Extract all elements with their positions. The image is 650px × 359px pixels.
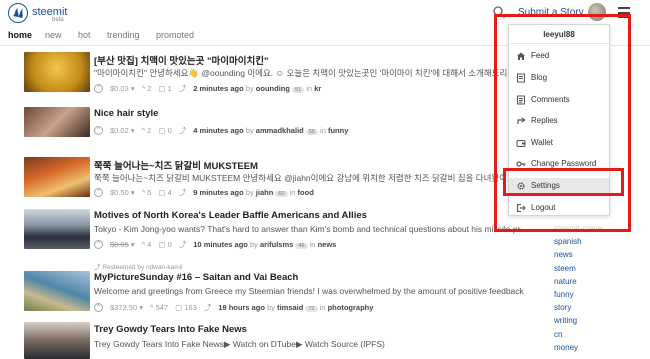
post-author[interactable]: oounding xyxy=(256,84,290,93)
post-meta: ^ $0.02 ▾ ^ 2 ▢ 0 ⤴ 4 minutes ago by amm… xyxy=(94,125,348,136)
post-comments: 4 xyxy=(167,188,172,197)
highlight-box-menu xyxy=(494,14,631,232)
post-thumbnail[interactable] xyxy=(24,107,90,137)
tab-hot[interactable]: hot xyxy=(78,30,91,40)
post-votes: 547 xyxy=(155,303,169,312)
post-payout[interactable]: $0.03 xyxy=(110,84,129,93)
sidebar-tag[interactable]: news xyxy=(554,250,644,263)
upvote-icon[interactable]: ^ xyxy=(94,84,103,93)
post-payout[interactable]: $0.02 xyxy=(110,126,129,135)
post-votes: 2 xyxy=(147,126,152,135)
post-body[interactable]: Trey Gowdy Tears Into Fake News▶ Watch o… xyxy=(94,339,524,350)
upvote-icon[interactable]: ^ xyxy=(94,126,103,135)
sidebar-tag[interactable]: funny xyxy=(554,290,644,303)
beta-label: beta xyxy=(52,17,64,23)
upvote-icon[interactable]: ^ xyxy=(94,240,103,249)
post-author[interactable]: timsaid xyxy=(277,303,303,312)
resteem-label: ⤴ Resteemed by ridwan-kamil xyxy=(94,264,183,271)
post-title[interactable]: MyPictureSunday #16 – Saitan and Vai Bea… xyxy=(94,272,298,283)
post-title[interactable]: Nice hair style xyxy=(94,108,158,119)
author-reputation: 51 xyxy=(292,87,305,93)
resteem-icon[interactable]: ⤴ xyxy=(179,187,187,198)
post-author[interactable]: jiahn xyxy=(256,188,274,197)
post-votes: 4 xyxy=(147,240,152,249)
sidebar-tag[interactable]: steem xyxy=(554,264,644,277)
post-body[interactable]: 쭉쭉 늘어나는~치즈 닭갈비 MUKSTEEM 안녕하세요 @jiahn이에요 … xyxy=(94,172,524,184)
post-comments: 0 xyxy=(167,240,172,249)
post-category[interactable]: funny xyxy=(328,126,348,135)
steemit-logo-icon[interactable] xyxy=(8,3,28,23)
post-time: 4 minutes ago xyxy=(193,126,244,135)
post-comments: 1 xyxy=(167,84,172,93)
upvote-icon[interactable]: ^ xyxy=(94,303,103,312)
post-comments: 163 xyxy=(184,303,197,312)
resteem-icon[interactable]: ⤴ xyxy=(179,125,187,136)
upvote-icon[interactable]: ^ xyxy=(94,188,103,197)
post-thumbnail[interactable] xyxy=(24,52,90,92)
tab-home[interactable]: home xyxy=(8,30,32,40)
post-title[interactable]: Trey Gowdy Tears Into Fake News xyxy=(94,324,247,335)
post-meta: ^ $0.50 ▾ ^ 5 ▢ 4 ⤴ 9 minutes ago by jia… xyxy=(94,187,314,198)
post-meta: ^ $0.05 ▾ ^ 4 ▢ 0 ⤴ 10 minutes ago by ar… xyxy=(94,239,336,250)
post-title[interactable]: [부산 맛집] 치맥이 맛있는곳 "마이마이치킨" xyxy=(94,53,268,67)
sidebar-tags: steemit-crave spanish news steem nature … xyxy=(554,224,644,356)
sidebar-tag[interactable]: writing xyxy=(554,316,644,329)
post-category[interactable]: news xyxy=(318,240,337,249)
post-payout[interactable]: $0.50 xyxy=(110,188,129,197)
post-title[interactable]: 쭉쭉 늘어나는~치즈 닭갈비 MUKSTEEM xyxy=(94,158,258,172)
post-comments: 0 xyxy=(167,126,172,135)
post-category[interactable]: food xyxy=(298,188,314,197)
post-thumbnail[interactable] xyxy=(24,271,90,311)
post-time: 9 minutes ago xyxy=(193,188,244,197)
post-meta: ^ $373.50 ▾ ^ 547 ▢ 163 ⤴ 19 hours ago b… xyxy=(94,302,373,313)
resteem-icon[interactable]: ⤴ xyxy=(179,83,187,94)
post-time: 10 minutes ago xyxy=(193,240,248,249)
author-reputation: 72 xyxy=(305,306,318,312)
post-votes: 5 xyxy=(147,188,152,197)
post-title[interactable]: Motives of North Korea's Leader Baffle A… xyxy=(94,210,367,221)
post-body[interactable]: "마이마이치킨" 안녕하세요👋 @oounding 이에요. ☺ 오늘은 치맥이… xyxy=(94,67,524,79)
resteem-icon[interactable]: ⤴ xyxy=(204,302,212,313)
post-time: 2 minutes ago xyxy=(193,84,244,93)
sidebar-tag[interactable]: nature xyxy=(554,277,644,290)
tab-trending[interactable]: trending xyxy=(107,30,140,40)
post-body[interactable]: Welcome and greetings from Greece my Ste… xyxy=(94,286,524,296)
author-reputation: 60 xyxy=(275,191,288,197)
highlight-box-settings xyxy=(503,168,624,196)
post-body[interactable]: Tokyo - Kim Jong-yoo wants? That's hard … xyxy=(94,224,524,234)
post-payout[interactable]: $0.05 xyxy=(110,240,129,249)
tab-new[interactable]: new xyxy=(45,30,62,40)
sidebar-tag[interactable]: money xyxy=(554,343,644,356)
resteem-text[interactable]: Resteemed by ridwan-kamil xyxy=(102,264,182,271)
post-payout[interactable]: $373.50 xyxy=(110,303,137,312)
sidebar-tag[interactable]: story xyxy=(554,303,644,316)
post-time: 19 hours ago xyxy=(218,303,265,312)
tab-promoted[interactable]: promoted xyxy=(156,30,194,40)
post-author[interactable]: ammadkhalid xyxy=(256,126,304,135)
sidebar-tag[interactable]: cn xyxy=(554,330,644,343)
post-votes: 2 xyxy=(147,84,152,93)
post-thumbnail[interactable] xyxy=(24,209,90,249)
post-author[interactable]: arifulsms xyxy=(260,240,293,249)
author-reputation: 55 xyxy=(305,129,318,135)
post-thumbnail[interactable] xyxy=(24,322,90,359)
post-category[interactable]: kr xyxy=(314,84,321,93)
resteem-icon[interactable]: ⤴ xyxy=(179,239,187,250)
post-category[interactable]: photography xyxy=(328,303,374,312)
author-reputation: 46 xyxy=(295,243,308,249)
sidebar-tag[interactable]: spanish xyxy=(554,237,644,250)
post-meta: ^ $0.03 ▾ ^ 2 ▢ 1 ⤴ 2 minutes ago by oou… xyxy=(94,83,321,94)
post-thumbnail[interactable] xyxy=(24,157,90,197)
